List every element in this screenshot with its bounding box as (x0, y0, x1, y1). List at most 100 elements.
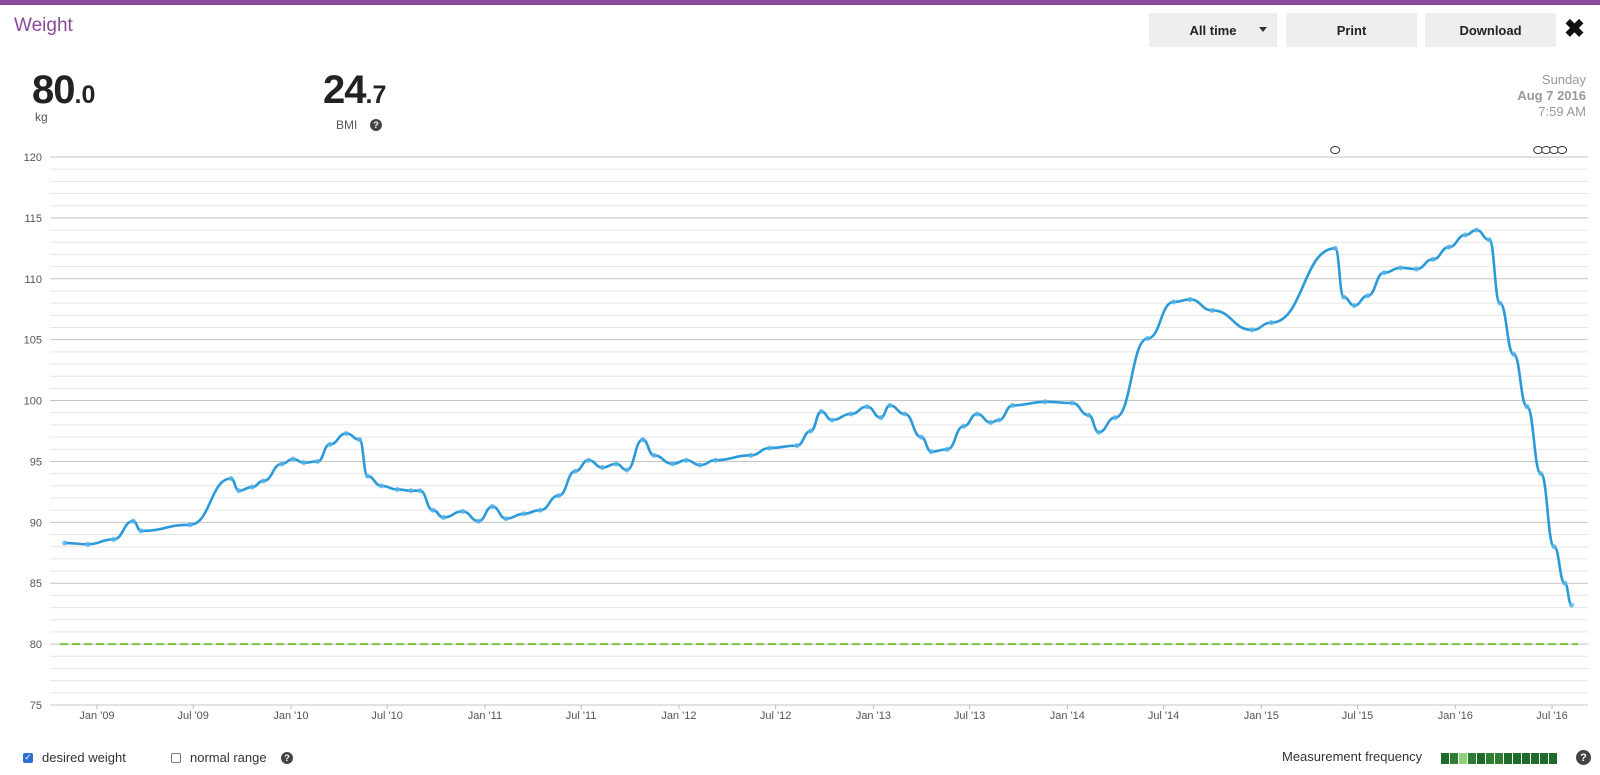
measurement-point (327, 441, 333, 447)
x-tick-label: Jul '10 (371, 710, 402, 722)
measurement-point (260, 478, 266, 484)
help-icon[interactable]: ? (370, 119, 382, 131)
download-button[interactable]: Download (1425, 13, 1556, 47)
measurement-point (974, 411, 980, 417)
frequency-cell (1459, 753, 1467, 764)
x-tick-label: Jan '10 (273, 710, 308, 722)
measurement-point (1171, 299, 1177, 305)
measurement-point (1538, 471, 1544, 477)
measurement-point (1069, 400, 1075, 406)
desired-weight-toggle[interactable]: ✓ desired weight (23, 750, 126, 765)
measurement-point (1473, 227, 1480, 233)
frequency-cell (1504, 753, 1512, 764)
x-tick-label: Jul '16 (1536, 710, 1567, 722)
weight-integer: 80 (32, 68, 75, 112)
measurement-point (808, 428, 814, 434)
measurement-point (651, 452, 657, 458)
measurement-point (138, 528, 144, 534)
help-icon[interactable]: ? (281, 752, 293, 764)
measurement-point (1187, 296, 1193, 303)
bmi-decimal: .7 (365, 81, 387, 109)
measurement-point (818, 408, 824, 415)
measurement-point (130, 518, 136, 524)
measurement-point (1341, 294, 1347, 300)
y-tick-label: 90 (30, 517, 42, 529)
normal-range-label: normal range (190, 750, 267, 765)
weight-trend-line (64, 228, 1573, 607)
measurement-point (848, 411, 854, 417)
measurement-point (537, 507, 543, 513)
x-tick-label: Jan '15 (1244, 710, 1279, 722)
measurement-point (1042, 399, 1048, 405)
measurement-point (1524, 404, 1530, 410)
close-icon[interactable]: ✖ (1564, 14, 1585, 44)
help-icon[interactable]: ? (1576, 750, 1591, 765)
y-tick-label: 75 (30, 700, 42, 712)
measurement-point (356, 436, 363, 443)
measurement-point (187, 522, 193, 528)
measurement-point (767, 445, 773, 451)
measurement-point (794, 443, 800, 449)
frequency-cell (1540, 753, 1548, 764)
measurement-point (556, 492, 562, 499)
chevron-down-icon (1259, 27, 1267, 32)
measurement-point (640, 436, 646, 443)
measurement-point (1497, 300, 1503, 306)
frequency-cell (1495, 753, 1503, 764)
measurement-point (1562, 580, 1568, 586)
measurement-point (585, 457, 592, 463)
measurement-point (1569, 602, 1575, 608)
x-tick-label: Jan '16 (1438, 710, 1473, 722)
measurement-point (521, 511, 527, 517)
measurement-point (944, 446, 950, 452)
x-tick-label: Jan '11 (468, 710, 502, 722)
frequency-cell (1549, 753, 1557, 764)
measurement-point (1351, 302, 1357, 309)
measurement-point (1486, 237, 1492, 243)
weight-chart[interactable]: 75 80 85 90 95 100 105 110 115 120 Jan '09 Jul '09 J… (0, 140, 1600, 725)
measurement-point (503, 516, 509, 522)
measurement-point (61, 540, 68, 546)
measurement-point (928, 449, 934, 455)
desired-weight-label: desired weight (42, 750, 126, 765)
measurement-point (475, 518, 482, 524)
measurement-point (1413, 266, 1420, 272)
x-tick-label: Jul '11 (566, 710, 597, 722)
comment-icon (1557, 146, 1568, 154)
measurement-weekday: Sunday (1541, 72, 1586, 87)
measurement-point (290, 456, 296, 462)
x-tick-label: Jan '14 (1050, 710, 1085, 722)
measurement-point (878, 415, 884, 421)
measurement-point (572, 468, 578, 474)
x-tick-label: Jan '12 (661, 710, 696, 722)
print-button[interactable]: Print (1286, 13, 1417, 47)
measurement-point (249, 484, 255, 490)
measurement-point (1365, 293, 1371, 299)
measurement-day: Aug 7 2016 (1517, 88, 1586, 103)
desired-weight-checkbox[interactable]: ✓ (23, 752, 33, 763)
measurement-frequency-label: Measurement frequency (1282, 749, 1423, 764)
y-tick-label: 100 (24, 396, 42, 408)
measurement-point (279, 461, 285, 467)
measurement-point (228, 475, 234, 482)
measurement-point (364, 473, 371, 479)
measurement-point (918, 434, 924, 440)
measurement-point (712, 457, 719, 463)
normal-range-checkbox[interactable] (171, 752, 181, 763)
measurement-point (1397, 265, 1404, 271)
x-tick-label: Jan '09 (79, 710, 114, 722)
normal-range-toggle[interactable]: normal range (171, 750, 267, 765)
x-tick-label: Jul '15 (1342, 710, 1373, 722)
current-weight: 80.0 kg (32, 68, 96, 124)
y-tick-label: 120 (24, 152, 42, 164)
measurement-point (301, 460, 307, 466)
weight-decimal: .0 (74, 81, 96, 109)
frequency-cell (1450, 753, 1458, 764)
measurement-point (1511, 351, 1517, 357)
measurement-point (1381, 270, 1387, 276)
measurement-point (440, 514, 447, 521)
time-range-select[interactable]: All time (1149, 13, 1277, 47)
measurement-point (489, 503, 495, 510)
x-tick-label: Jul '13 (954, 710, 985, 722)
measurement-point (1010, 402, 1016, 409)
